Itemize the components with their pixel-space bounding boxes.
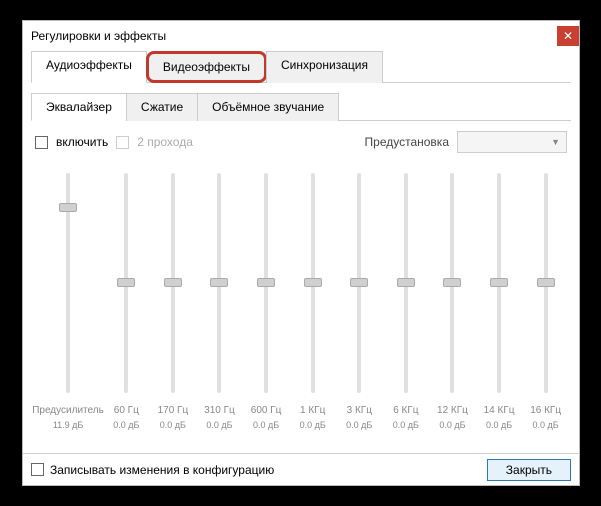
band-freq-label: 1 КГц [300,405,325,416]
band-slider-0: 60 Гц 0.0 дБ [103,173,150,438]
two-pass-label: 2 прохода [137,135,193,149]
band-slider-1: 170 Гц 0.0 дБ [150,173,197,438]
band-track[interactable] [124,173,128,393]
tab-spatializer[interactable]: Объёмное звучание [197,93,339,121]
band-value-label: 0.0 дБ [253,420,279,430]
band-slider-3: 600 Гц 0.0 дБ [243,173,290,438]
band-thumb[interactable] [350,278,368,287]
sub-tabs: Эквалайзер Сжатие Объёмное звучание [31,93,571,121]
band-thumb[interactable] [257,278,275,287]
enable-checkbox[interactable] [35,136,48,149]
preamp-value: 11.9 дБ [53,420,84,430]
band-slider-7: 12 КГц 0.0 дБ [429,173,476,438]
band-thumb[interactable] [304,278,322,287]
band-freq-label: 170 Гц [158,405,189,416]
preset-label: Предустановка [365,135,449,149]
band-track[interactable] [217,173,221,393]
band-thumb[interactable] [443,278,461,287]
band-value-label: 0.0 дБ [300,420,326,430]
chevron-down-icon: ▼ [551,137,560,147]
band-track[interactable] [544,173,548,393]
band-freq-label: 12 КГц [437,405,468,416]
equalizer-sliders: Предусилитель 11.9 дБ 60 Гц 0.0 дБ 170 Г… [31,163,571,443]
band-value-label: 0.0 дБ [393,420,419,430]
band-thumb[interactable] [537,278,555,287]
enable-label: включить [56,135,108,149]
main-tabs: Аудиоэффекты Видеоэффекты Синхронизация [31,51,571,83]
tab-equalizer[interactable]: Эквалайзер [31,93,127,121]
band-thumb[interactable] [117,278,135,287]
band-value-label: 0.0 дБ [346,420,372,430]
preamp-slider: Предусилитель 11.9 дБ [33,173,103,438]
band-thumb[interactable] [490,278,508,287]
window-title: Регулировки и эффекты [31,29,166,43]
preamp-thumb[interactable] [59,203,77,212]
save-config-checkbox[interactable] [31,463,44,476]
controls-row: включить 2 прохода Предустановка ▼ [31,121,571,163]
band-slider-6: 6 КГц 0.0 дБ [383,173,430,438]
band-track[interactable] [404,173,408,393]
band-value-label: 0.0 дБ [486,420,512,430]
effects-window: Регулировки и эффекты ✕ Аудиоэффекты Вид… [22,20,580,486]
preamp-label: Предусилитель [32,405,104,416]
preamp-track[interactable] [66,173,70,393]
preset-dropdown[interactable]: ▼ [457,131,567,153]
band-thumb[interactable] [210,278,228,287]
band-value-label: 0.0 дБ [206,420,232,430]
band-slider-5: 3 КГц 0.0 дБ [336,173,383,438]
band-thumb[interactable] [164,278,182,287]
footer: Записывать изменения в конфигурацию Закр… [23,453,579,485]
band-freq-label: 3 КГц [347,405,372,416]
band-slider-8: 14 КГц 0.0 дБ [476,173,523,438]
save-config-label: Записывать изменения в конфигурацию [50,463,274,477]
two-pass-checkbox [116,136,129,149]
band-value-label: 0.0 дБ [439,420,465,430]
band-slider-2: 310 Гц 0.0 дБ [196,173,243,438]
titlebar: Регулировки и эффекты ✕ [23,21,579,51]
band-freq-label: 6 КГц [393,405,418,416]
close-icon[interactable]: ✕ [557,26,579,46]
band-track[interactable] [497,173,501,393]
tab-compression[interactable]: Сжатие [126,93,198,121]
band-value-label: 0.0 дБ [533,420,559,430]
band-freq-label: 600 Гц [251,405,282,416]
band-slider-9: 16 КГц 0.0 дБ [522,173,569,438]
band-track[interactable] [311,173,315,393]
band-slider-4: 1 КГц 0.0 дБ [289,173,336,438]
band-value-label: 0.0 дБ [160,420,186,430]
close-button[interactable]: Закрыть [487,459,571,481]
band-freq-label: 60 Гц [114,405,139,416]
band-track[interactable] [357,173,361,393]
tab-synchronization[interactable]: Синхронизация [266,51,383,83]
band-freq-label: 16 КГц [530,405,561,416]
tab-audio-effects[interactable]: Аудиоэффекты [31,51,147,83]
band-freq-label: 310 Гц [204,405,235,416]
band-track[interactable] [171,173,175,393]
tab-video-effects[interactable]: Видеоэффекты [146,51,267,83]
content-area: Эквалайзер Сжатие Объёмное звучание вклю… [23,83,579,443]
band-value-label: 0.0 дБ [113,420,139,430]
band-freq-label: 14 КГц [484,405,515,416]
band-thumb[interactable] [397,278,415,287]
band-track[interactable] [450,173,454,393]
band-track[interactable] [264,173,268,393]
